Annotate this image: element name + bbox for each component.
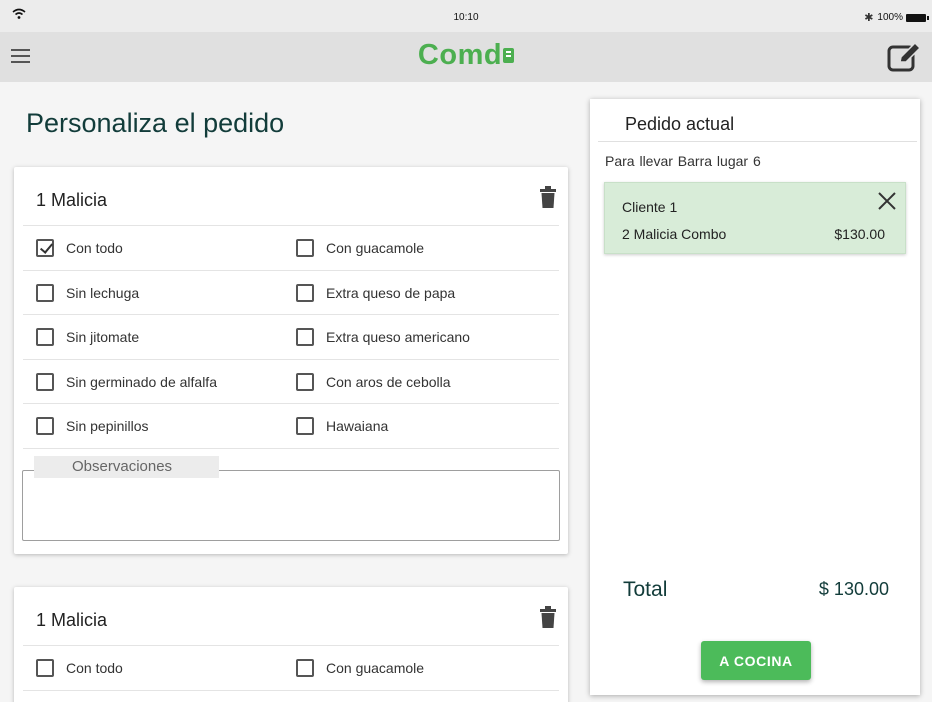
option-con-todo[interactable]: Con todo xyxy=(36,239,123,257)
option-label: Sin lechuga xyxy=(66,284,140,301)
status-bar: 10:10 ✱ 100% xyxy=(0,0,932,32)
battery-icon xyxy=(906,13,929,22)
option-label: Sin pepinillos xyxy=(66,418,149,434)
option-con-todo[interactable]: Con todo xyxy=(36,659,123,677)
order-title: Pedido actual xyxy=(625,114,735,134)
order-panel: Pedido actual Para llevar Barra lugar 6 … xyxy=(590,99,920,695)
option-extra-queso-americano[interactable]: Extra queso americano xyxy=(296,328,470,346)
client-card[interactable]: Cliente 1 2 Malicia Combo $130.00 xyxy=(604,182,906,254)
option-row: Con todo Con guacamole xyxy=(23,226,559,271)
client-name: Cliente 1 xyxy=(622,199,678,215)
product-title: 1 Malicia xyxy=(36,610,108,630)
observations-input[interactable] xyxy=(22,470,560,541)
option-sin-lechuga[interactable]: Sin lechuga xyxy=(36,283,140,302)
product-card-header: 1 Malicia xyxy=(23,167,559,226)
client-item: 2 Malicia Combo xyxy=(622,226,727,242)
option-label: Con guacamole xyxy=(326,660,425,676)
option-label: Con todo xyxy=(66,660,123,676)
product-title: 1 Malicia xyxy=(36,190,108,210)
option-con-guacamole[interactable]: Con guacamole xyxy=(296,659,424,677)
option-row: Sin pepinillos Hawaiana xyxy=(23,404,559,449)
option-label: Extra queso americano xyxy=(326,329,470,345)
page-title: Personaliza el pedido xyxy=(26,108,285,138)
observations-label: Observaciones xyxy=(34,456,219,478)
trash-icon[interactable] xyxy=(540,606,556,628)
edit-icon[interactable] xyxy=(886,41,924,73)
option-extra-queso-de-papa[interactable]: Extra queso de papa xyxy=(296,283,456,302)
book-icon xyxy=(503,48,515,63)
checkbox[interactable] xyxy=(296,239,314,257)
divider xyxy=(598,141,917,142)
close-icon[interactable] xyxy=(877,191,897,211)
total-label: Total xyxy=(623,578,668,601)
option-label: Con guacamole xyxy=(326,240,425,256)
option-con-guacamole[interactable]: Con guacamole xyxy=(296,239,424,257)
app-logo: Comd xyxy=(0,39,932,72)
option-row: Sin jitomate Extra queso americano xyxy=(23,315,559,360)
option-row: Sin lechuga Extra queso de papa xyxy=(23,271,559,315)
option-sin-pepinillos[interactable]: Sin pepinillos xyxy=(36,417,149,435)
client-price: $130.00 xyxy=(834,226,885,242)
checkbox[interactable] xyxy=(36,328,54,346)
option-label: Con aros de cebolla xyxy=(326,373,451,390)
checkbox[interactable] xyxy=(36,283,54,302)
option-sin-germinado-de-alfalfa[interactable]: Sin germinado de alfalfa xyxy=(36,372,217,391)
trash-icon[interactable] xyxy=(540,186,556,208)
option-row: Con todo Con guacamole xyxy=(23,646,559,691)
status-right: ✱ 100% xyxy=(864,11,929,24)
bluetooth-icon: ✱ xyxy=(864,12,874,24)
option-label: Sin jitomate xyxy=(66,329,140,345)
checkbox[interactable] xyxy=(296,283,314,302)
checkbox[interactable] xyxy=(36,372,54,391)
option-hawaiana[interactable]: Hawaiana xyxy=(296,417,388,435)
product-card: 1 Malicia Con todo Con guacamole xyxy=(14,587,568,702)
checkbox[interactable] xyxy=(296,328,314,346)
option-sin-jitomate[interactable]: Sin jitomate xyxy=(36,328,139,346)
option-row: Sin germinado de alfalfa Con aros de ceb… xyxy=(23,360,559,404)
observations-field: Observaciones xyxy=(22,456,560,541)
option-label: Hawaiana xyxy=(326,418,389,434)
checkbox[interactable] xyxy=(296,659,314,677)
option-label: Con todo xyxy=(66,240,123,256)
checkbox[interactable] xyxy=(36,659,54,677)
checkbox[interactable] xyxy=(36,239,54,257)
checkbox[interactable] xyxy=(296,372,314,391)
total-value: $ 130.00 xyxy=(818,579,889,599)
app-bar: Comd xyxy=(0,32,932,82)
battery-percent: 100% xyxy=(877,12,903,23)
option-con-aros-de-cebolla[interactable]: Con aros de cebolla xyxy=(296,372,451,391)
option-label: Sin germinado de alfalfa xyxy=(66,373,217,390)
option-label: Extra queso de papa xyxy=(326,284,456,301)
send-to-kitchen-button[interactable]: A COCINA xyxy=(701,641,811,680)
checkbox[interactable] xyxy=(36,417,54,435)
checkbox[interactable] xyxy=(296,417,314,435)
product-card: 1 Malicia Con todo Con guacamole Sin lec… xyxy=(14,167,568,554)
status-time: 10:10 xyxy=(453,12,479,23)
product-card-header: 1 Malicia xyxy=(23,587,559,646)
order-subtitle: Para llevar Barra lugar 6 xyxy=(605,153,761,169)
